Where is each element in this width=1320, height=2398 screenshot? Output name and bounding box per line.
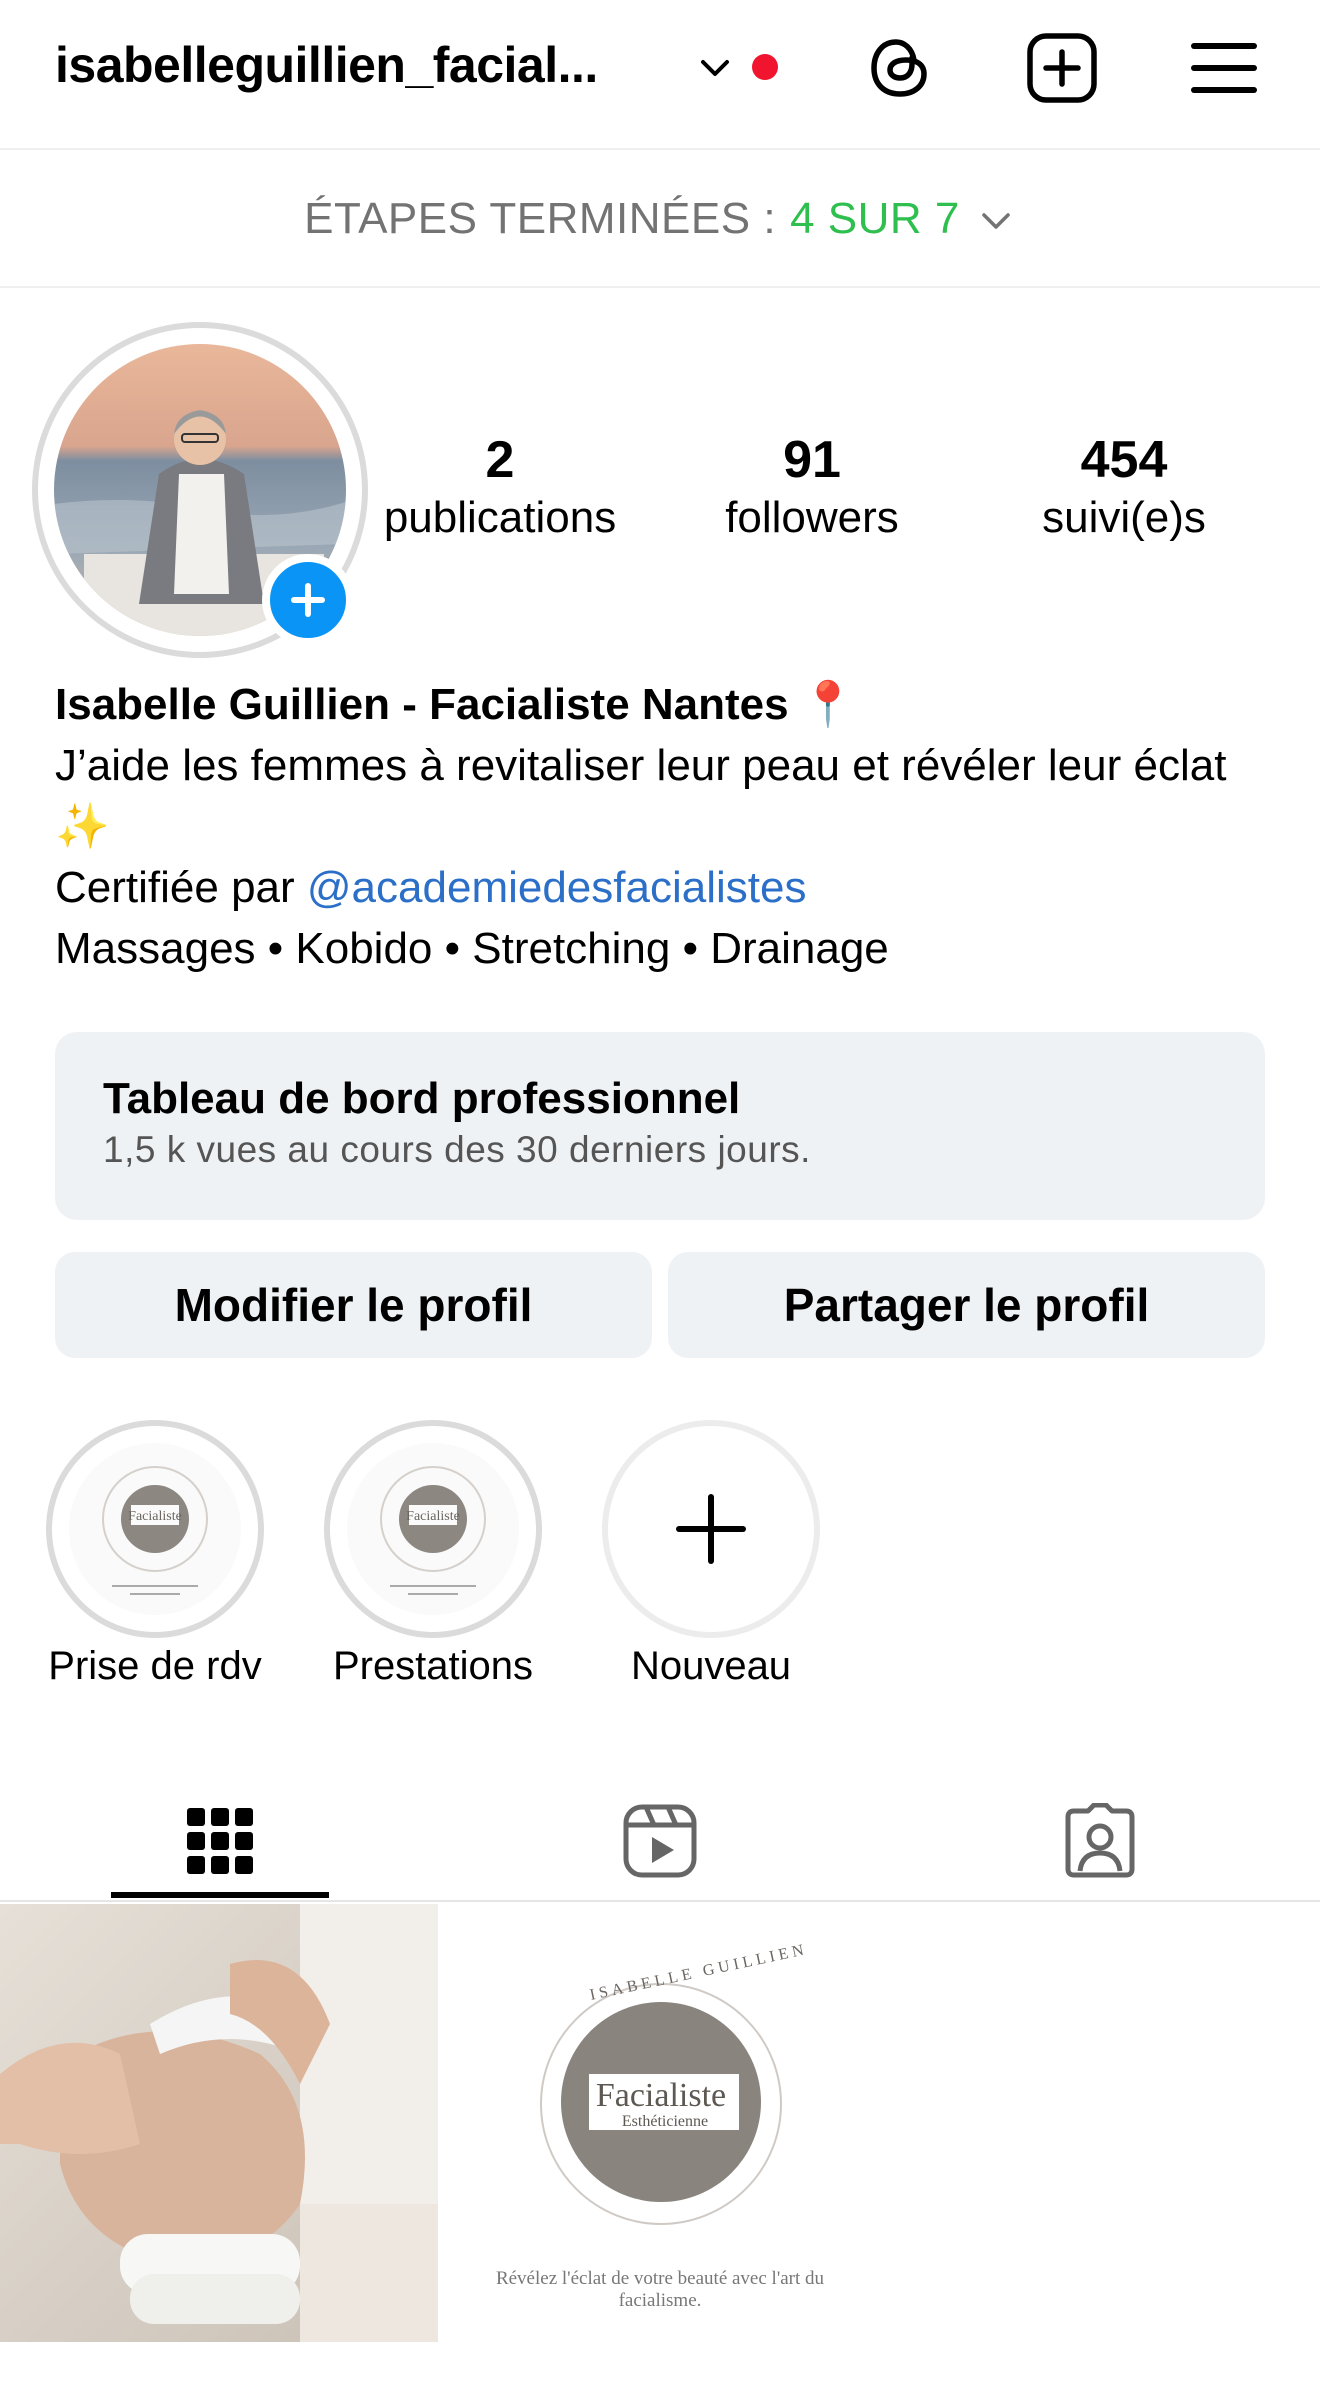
notification-dot <box>752 54 778 80</box>
new-highlight-button[interactable] <box>602 1420 820 1638</box>
professional-dashboard[interactable]: Tableau de bord professionnel 1,5 k vues… <box>55 1032 1265 1220</box>
post-thumbnail-logo[interactable]: Facialiste Esthéticienne ISABELLE GUILLI… <box>441 1904 879 2342</box>
stat-label: followers <box>725 493 899 542</box>
profile-bio: Isabelle Guillien - Facialiste Nantes 📍 … <box>55 674 1275 979</box>
share-profile-button[interactable]: Partager le profil <box>668 1252 1265 1358</box>
top-bar: isabelleguillien_facial... <box>0 0 1320 150</box>
post-thumbnail-facial-massage[interactable] <box>0 1904 438 2342</box>
plus-icon <box>291 583 325 617</box>
tab-reels[interactable] <box>551 1780 769 1902</box>
dashboard-subtitle: 1,5 k vues au cours des 30 derniers jour… <box>103 1129 811 1170</box>
mention-link[interactable]: @academiedesfacialistes <box>307 863 807 912</box>
grid-icon <box>187 1808 253 1874</box>
profile-tabs <box>0 1780 1320 1902</box>
display-name: Isabelle Guillien - Facialiste Nantes 📍 <box>55 680 856 729</box>
highlight-label: Prestations <box>332 1644 534 1688</box>
bio-services: Massages • Kobido • Stretching • Drainag… <box>55 924 889 973</box>
dashboard-title: Tableau de bord professionnel <box>103 1074 741 1123</box>
stat-followers[interactable]: 91 followers <box>662 432 962 548</box>
stat-publications[interactable]: 2 publications <box>350 432 650 548</box>
highlight-cover: Facialiste <box>66 1440 244 1618</box>
stat-label: publications <box>383 493 617 542</box>
highlight-cover: Facialiste <box>344 1440 522 1618</box>
svg-text:Facialiste: Facialiste <box>406 1509 460 1524</box>
plus-icon <box>676 1494 746 1564</box>
reels-icon <box>623 1804 697 1878</box>
profile-completion-bar[interactable]: ÉTAPES TERMINÉES : 4 SUR 7 <box>0 152 1320 288</box>
chevron-down-icon <box>982 213 1010 229</box>
active-tab-indicator <box>111 1892 329 1898</box>
stat-following[interactable]: 454 suivi(e)s <box>974 432 1274 548</box>
tab-tagged[interactable] <box>991 1780 1209 1902</box>
logo-sub: Esthéticienne <box>622 2113 708 2130</box>
bio-line: J’aide les femmes à revitaliser leur pea… <box>55 741 1227 851</box>
highlight-prise-de-rdv[interactable]: Facialiste <box>46 1420 264 1638</box>
bio-certified-prefix: Certifiée par <box>55 863 307 912</box>
chevron-down-icon[interactable] <box>695 48 735 88</box>
account-username[interactable]: isabelleguillien_facial... <box>55 36 598 94</box>
threads-icon[interactable] <box>862 30 938 106</box>
highlight-label: Nouveau <box>630 1644 792 1688</box>
logo-tagline: Révélez l'éclat de votre beauté avec l'a… <box>496 2268 825 2289</box>
logo-tagline: facialisme. <box>619 2290 702 2311</box>
logo-word: Facialiste <box>596 2077 726 2114</box>
edit-profile-button[interactable]: Modifier le profil <box>55 1252 652 1358</box>
highlight-label: Prise de rdv <box>48 1644 262 1688</box>
tagged-icon <box>1065 1803 1135 1878</box>
add-story-button[interactable] <box>262 554 354 646</box>
new-post-icon[interactable] <box>1024 30 1100 106</box>
stat-value: 91 <box>783 431 841 489</box>
stat-value: 2 <box>485 431 515 489</box>
svg-text:Facialiste: Facialiste <box>128 1509 182 1524</box>
stat-label: suivi(e)s <box>1042 493 1206 542</box>
steps-label: ÉTAPES TERMINÉES : <box>304 194 777 243</box>
highlight-prestations[interactable]: Facialiste <box>324 1420 542 1638</box>
steps-progress: 4 SUR 7 <box>790 194 960 243</box>
bio-certification: Certifiée par @academiedesfacialistes <box>55 857 1275 918</box>
stat-value: 454 <box>1080 431 1168 489</box>
menu-icon[interactable] <box>1186 30 1262 106</box>
tab-grid[interactable] <box>111 1780 329 1902</box>
